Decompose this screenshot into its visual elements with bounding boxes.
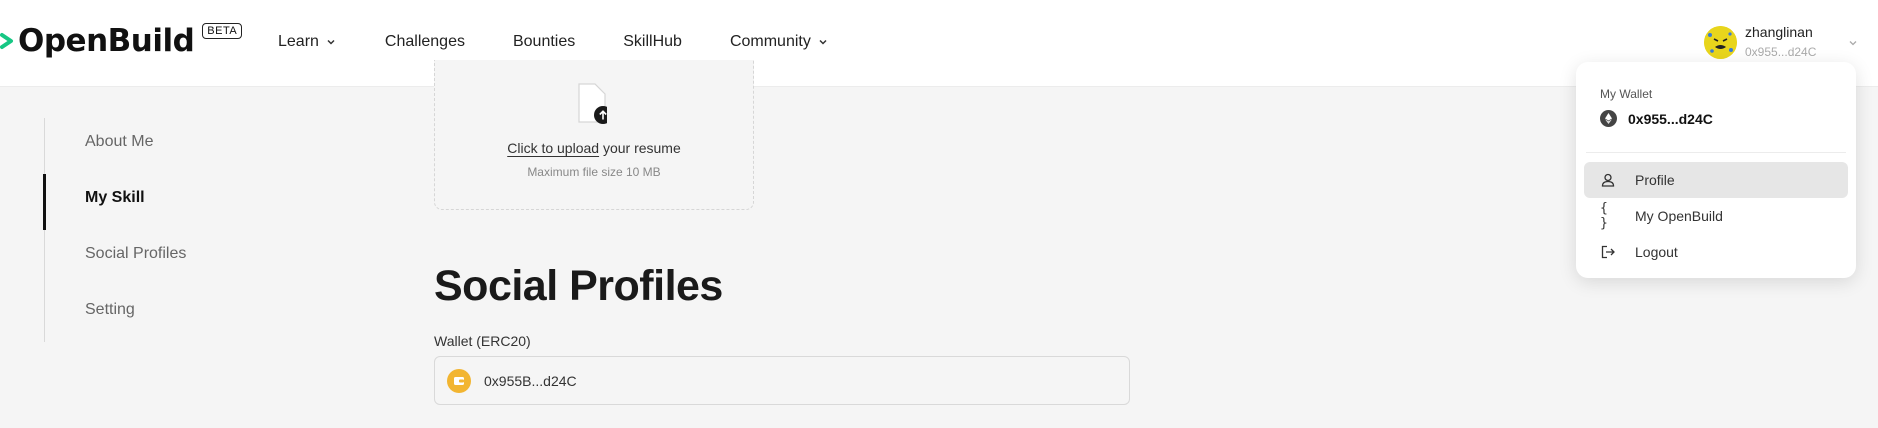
chevron-down-icon bbox=[327, 39, 335, 45]
sidebar-item-setting[interactable]: Setting bbox=[85, 301, 135, 319]
user-menu-trigger[interactable]: zhanglinan 0x955...d24C bbox=[1704, 23, 1816, 61]
avatar-face-icon bbox=[1704, 25, 1737, 59]
dropdown-divider bbox=[1586, 152, 1846, 153]
nav-challenges[interactable]: Challenges bbox=[385, 33, 465, 51]
my-wallet-address: 0x955...d24C bbox=[1628, 110, 1713, 127]
logout-icon bbox=[1600, 244, 1616, 260]
chevron-down-icon bbox=[819, 39, 827, 45]
avatar bbox=[1704, 25, 1737, 59]
wallet-field-label: Wallet (ERC20) bbox=[434, 333, 531, 349]
upload-link[interactable]: Click to upload bbox=[507, 140, 599, 156]
nav-learn[interactable]: Learn bbox=[278, 33, 337, 51]
profile-sidebar: About Me My Skill Social Profiles Settin… bbox=[43, 118, 186, 342]
chevron-down-icon[interactable] bbox=[1846, 36, 1860, 50]
dropdown-item-profile[interactable]: Profile bbox=[1584, 162, 1848, 198]
logo-text: OpenBuild bbox=[18, 23, 195, 59]
section-title-social-profiles: Social Profiles bbox=[434, 262, 723, 310]
sidebar-item-about-me[interactable]: About Me bbox=[85, 133, 153, 151]
wallet-field[interactable]: 0x955B...d24C bbox=[434, 356, 1130, 405]
resume-upload-dropzone[interactable]: Click to upload your resume Maximum file… bbox=[434, 60, 754, 210]
wallet-icon bbox=[447, 368, 471, 393]
nav-community[interactable]: Community bbox=[730, 33, 829, 51]
upload-instruction: Click to upload your resume bbox=[435, 140, 753, 156]
user-dropdown-menu: My Wallet 0x955...d24C Profile { } My Op… bbox=[1576, 62, 1856, 278]
user-address: 0x955...d24C bbox=[1745, 45, 1817, 59]
dropdown-item-my-openbuild[interactable]: { } My OpenBuild bbox=[1584, 198, 1848, 234]
braces-icon: { } bbox=[1600, 201, 1608, 231]
wallet-address-value: 0x955B...d24C bbox=[484, 372, 577, 389]
openbuild-logo[interactable]: OpenBuild BETA bbox=[0, 20, 243, 62]
dropdown-item-label: My OpenBuild bbox=[1635, 208, 1723, 224]
upload-suffix: your resume bbox=[599, 140, 681, 156]
beta-badge: BETA bbox=[202, 23, 243, 39]
active-indicator bbox=[43, 174, 46, 230]
dropdown-item-label: Logout bbox=[1635, 244, 1678, 260]
sidebar-item-my-skill[interactable]: My Skill bbox=[85, 189, 145, 207]
nav-challenges-label: Challenges bbox=[384, 33, 465, 50]
username: zhanglinan bbox=[1745, 24, 1813, 40]
my-wallet-row[interactable]: 0x955...d24C bbox=[1600, 110, 1713, 127]
dropdown-item-label: Profile bbox=[1635, 172, 1675, 188]
nav-skillhub-label: SkillHub bbox=[623, 33, 682, 50]
upload-size-hint: Maximum file size 10 MB bbox=[527, 165, 661, 179]
dropdown-item-logout[interactable]: Logout bbox=[1584, 234, 1848, 270]
my-wallet-label: My Wallet bbox=[1600, 87, 1653, 101]
nav-learn-label: Learn bbox=[278, 33, 319, 50]
logo-arrow-icon bbox=[0, 33, 13, 49]
user-icon bbox=[1600, 172, 1616, 188]
nav-skillhub[interactable]: SkillHub bbox=[623, 33, 682, 51]
nav-community-label: Community bbox=[729, 33, 811, 50]
sidebar-item-social-profiles[interactable]: Social Profiles bbox=[85, 245, 186, 263]
file-upload-icon bbox=[578, 83, 607, 124]
nav-bounties-label: Bounties bbox=[512, 33, 576, 50]
ethereum-icon bbox=[1600, 110, 1617, 127]
nav-bounties[interactable]: Bounties bbox=[513, 33, 575, 51]
